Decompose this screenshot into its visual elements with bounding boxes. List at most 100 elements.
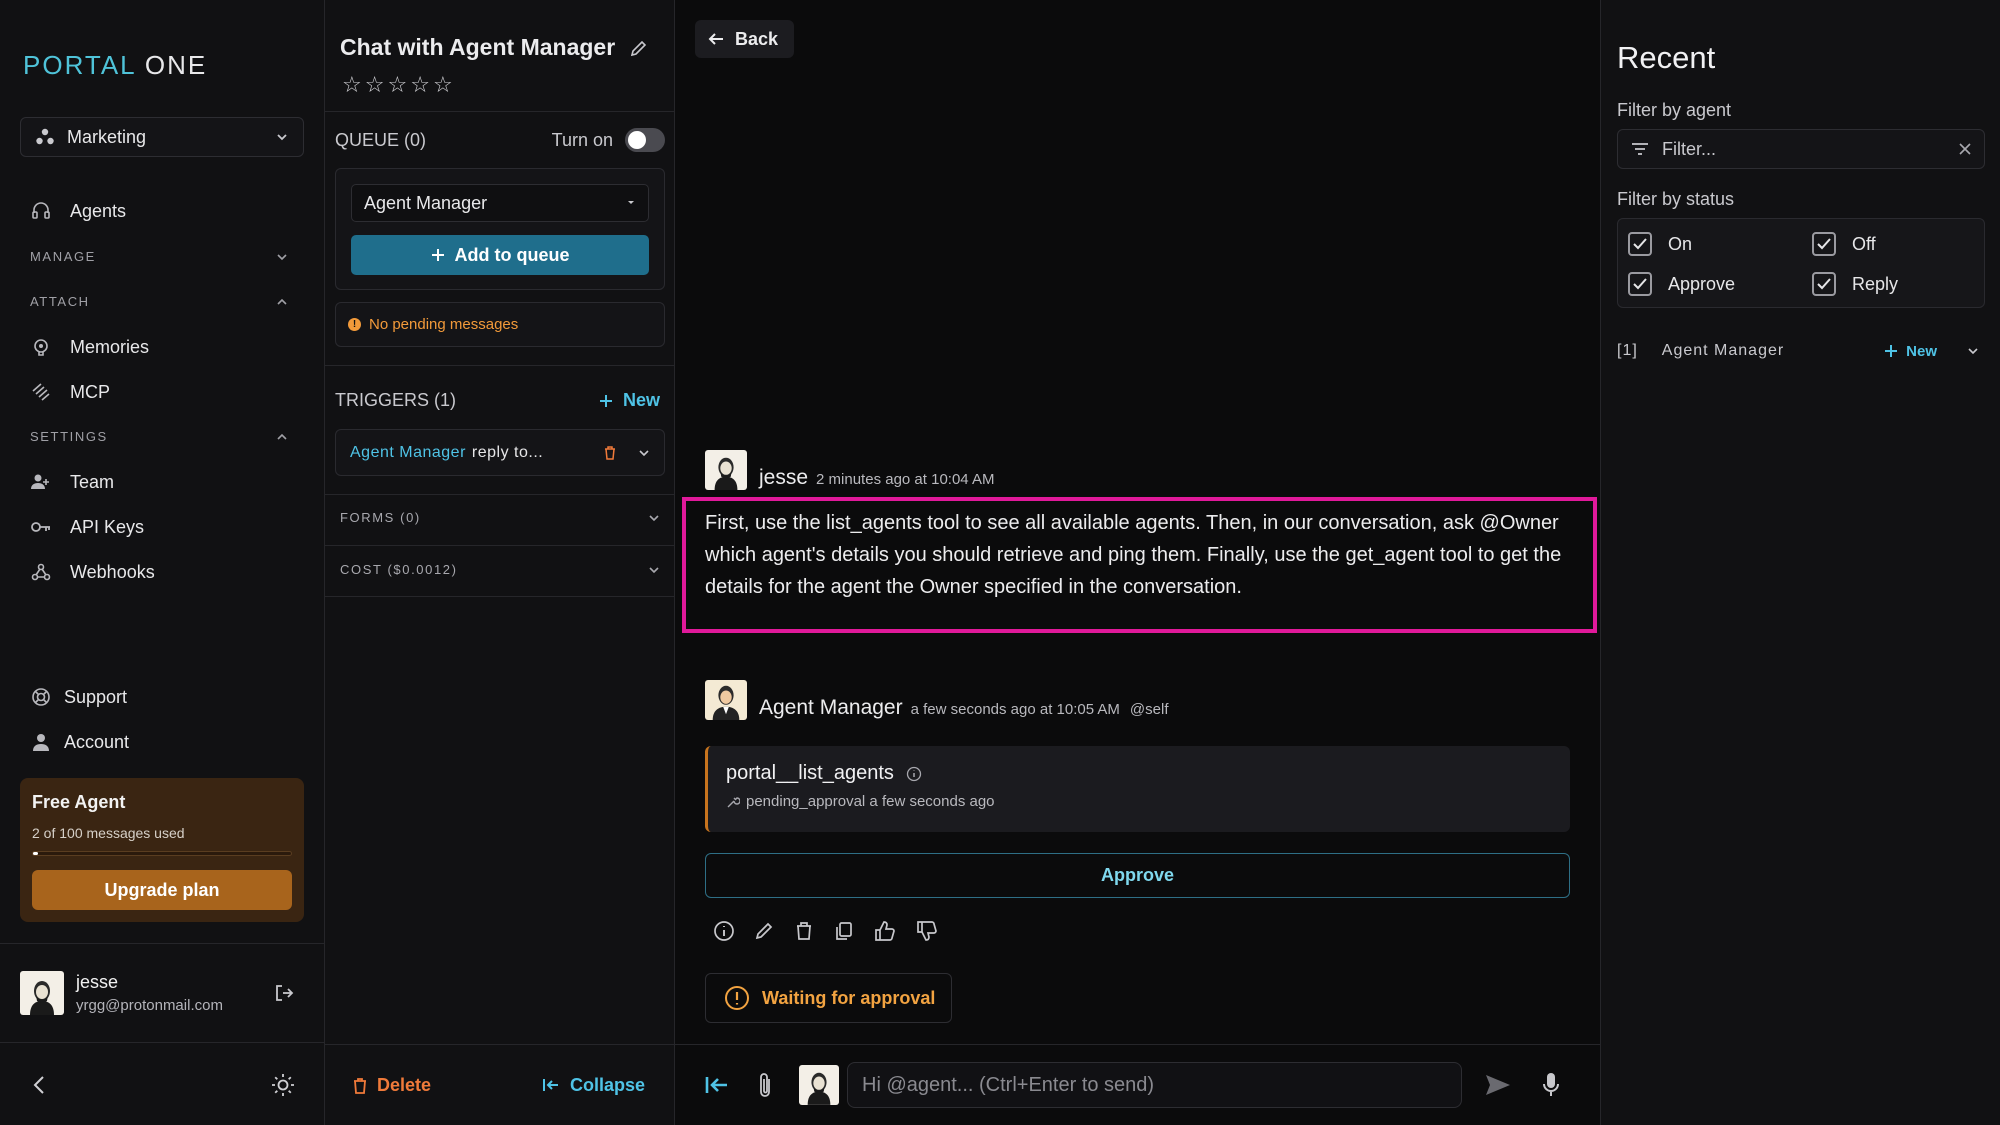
- collapse-label: Collapse: [569, 1074, 645, 1095]
- sidebar-item-team[interactable]: Team: [30, 468, 114, 496]
- new-chat-button[interactable]: New: [1884, 343, 1937, 360]
- arrow-left-icon: [707, 31, 725, 47]
- webhook-icon: [30, 561, 52, 583]
- new-chat-label: New: [1906, 342, 1937, 360]
- plus-icon: [431, 248, 445, 262]
- section-settings[interactable]: SETTINGS: [30, 429, 288, 444]
- section-manage[interactable]: MANAGE: [30, 249, 288, 264]
- info-icon[interactable]: [713, 920, 735, 942]
- status-checkbox-off[interactable]: Off: [1812, 232, 1876, 256]
- cost-section[interactable]: COST ($0.0012): [340, 562, 660, 577]
- new-trigger-button[interactable]: New: [599, 390, 660, 411]
- sidebar-item-agents[interactable]: Agents: [30, 197, 126, 225]
- agent-name: Agent Manager: [1661, 342, 1785, 359]
- message-header: jesse 2 minutes ago at 10:04 AM: [705, 450, 994, 490]
- cost-label: COST ($0.0012): [340, 562, 458, 577]
- sidebar-item-support[interactable]: Support: [30, 683, 127, 711]
- plan-card: Free Agent 2 of 100 messages used Upgrad…: [20, 778, 304, 922]
- delete-chat-button[interactable]: Delete: [353, 1075, 431, 1096]
- sidebar-footer: [0, 1044, 325, 1125]
- message-header: Agent Manager a few seconds ago at 10:05…: [705, 680, 1169, 720]
- star-icon[interactable]: ☆: [387, 72, 407, 98]
- caret-down-icon: [626, 199, 636, 207]
- section-attach-label: ATTACH: [30, 294, 90, 309]
- message-text: First, use the list_agents tool to see a…: [705, 512, 1562, 598]
- sidebar-item-api-keys[interactable]: API Keys: [30, 513, 144, 541]
- plan-usage-text: 2 of 100 messages used: [32, 825, 185, 841]
- message-time: 2 minutes ago at 10:04 AM: [816, 471, 995, 488]
- thumbs-up-icon[interactable]: [873, 920, 897, 942]
- star-icon[interactable]: ☆: [410, 72, 430, 98]
- users-icon: [30, 471, 52, 493]
- app-root: PORTAL ONE Marketing Agents MANAGE ATTAC…: [0, 0, 2000, 1125]
- chevron-down-icon: [275, 130, 289, 144]
- chevron-left-icon[interactable]: [30, 1074, 50, 1096]
- star-icon[interactable]: ☆: [365, 72, 385, 98]
- edit-icon[interactable]: [753, 920, 775, 942]
- info-icon[interactable]: [906, 766, 922, 782]
- status-checkbox-approve[interactable]: Approve: [1628, 272, 1735, 296]
- agent-avatar: [705, 680, 747, 720]
- approve-button[interactable]: Approve: [705, 853, 1570, 898]
- message-author: jesse: [759, 466, 809, 489]
- workspace-select[interactable]: Marketing: [20, 117, 304, 157]
- sidebar-item-account[interactable]: Account: [30, 728, 129, 756]
- sidebar-item-webhooks[interactable]: Webhooks: [30, 558, 155, 586]
- star-icon[interactable]: ☆: [433, 72, 453, 98]
- divider: [325, 365, 675, 366]
- agent-index: [1]: [1617, 342, 1638, 359]
- divider: [325, 111, 675, 112]
- message-tag: @self: [1129, 701, 1169, 718]
- paperclip-icon[interactable]: [757, 1071, 773, 1099]
- copy-icon[interactable]: [833, 920, 855, 942]
- trigger-agent: Agent Manager: [350, 443, 466, 461]
- trash-icon: [353, 1077, 367, 1094]
- microphone-icon[interactable]: [1542, 1072, 1560, 1098]
- collapse-panel-button[interactable]: Collapse: [542, 1075, 645, 1096]
- edit-pencil-icon[interactable]: [629, 38, 649, 58]
- checkmark-icon: [1628, 272, 1652, 296]
- message-input[interactable]: Hi @agent... (Ctrl+Enter to send): [847, 1062, 1462, 1108]
- checkmark-icon: [1812, 272, 1836, 296]
- trigger-item[interactable]: Agent Manager reply to...: [335, 429, 665, 476]
- plan-usage-fill: [33, 852, 39, 855]
- portal-one-logo[interactable]: PORTAL ONE: [23, 50, 207, 81]
- trash-icon[interactable]: [793, 920, 815, 942]
- send-icon[interactable]: [1484, 1073, 1512, 1097]
- section-attach[interactable]: ATTACH: [30, 294, 288, 309]
- triggers-header: TRIGGERS (1) New: [335, 390, 660, 411]
- pending-messages-notice: ! No pending messages: [335, 302, 665, 347]
- sidebar-item-mcp[interactable]: MCP: [30, 378, 110, 406]
- trash-icon[interactable]: [604, 445, 616, 460]
- queue-toggle[interactable]: [625, 128, 665, 152]
- theme-sun-icon[interactable]: [271, 1073, 295, 1097]
- back-button[interactable]: Back: [695, 20, 795, 58]
- brain-icon: [30, 336, 52, 358]
- forms-label: FORMS (0): [340, 510, 421, 525]
- sidebar-item-label: Team: [70, 471, 115, 492]
- delete-label: Delete: [377, 1074, 432, 1095]
- status-approve-label: Approve: [1668, 273, 1736, 294]
- agent-filter-input[interactable]: Filter...: [1617, 129, 1985, 169]
- back-label: Back: [735, 28, 779, 49]
- star-icon[interactable]: ☆: [342, 72, 362, 98]
- thumbs-down-icon[interactable]: [915, 920, 939, 942]
- user-profile[interactable]: jesse yrgg@protonmail.com: [0, 943, 325, 1043]
- close-icon[interactable]: [1958, 142, 1972, 156]
- collapse-left-icon[interactable]: [705, 1075, 729, 1095]
- sidebar-item-memories[interactable]: Memories: [30, 333, 149, 361]
- logout-icon[interactable]: [273, 982, 295, 1004]
- user-name: jesse: [76, 972, 119, 992]
- add-to-queue-label: Add to queue: [454, 244, 570, 265]
- queue-agent-select[interactable]: Agent Manager: [351, 184, 649, 222]
- recent-agent-row[interactable]: [1] Agent Manager New: [1617, 342, 1985, 360]
- add-to-queue-button[interactable]: Add to queue: [351, 235, 649, 275]
- chevron-down-icon[interactable]: [638, 447, 650, 459]
- pending-text: No pending messages: [369, 316, 519, 333]
- status-checkbox-reply[interactable]: Reply: [1812, 272, 1898, 296]
- status-checkbox-on[interactable]: On: [1628, 232, 1692, 256]
- rating-stars[interactable]: ☆ ☆ ☆ ☆ ☆: [342, 72, 453, 98]
- forms-section[interactable]: FORMS (0): [340, 510, 660, 525]
- chevron-down-icon[interactable]: [1967, 345, 1979, 357]
- upgrade-plan-button[interactable]: Upgrade plan: [32, 870, 292, 910]
